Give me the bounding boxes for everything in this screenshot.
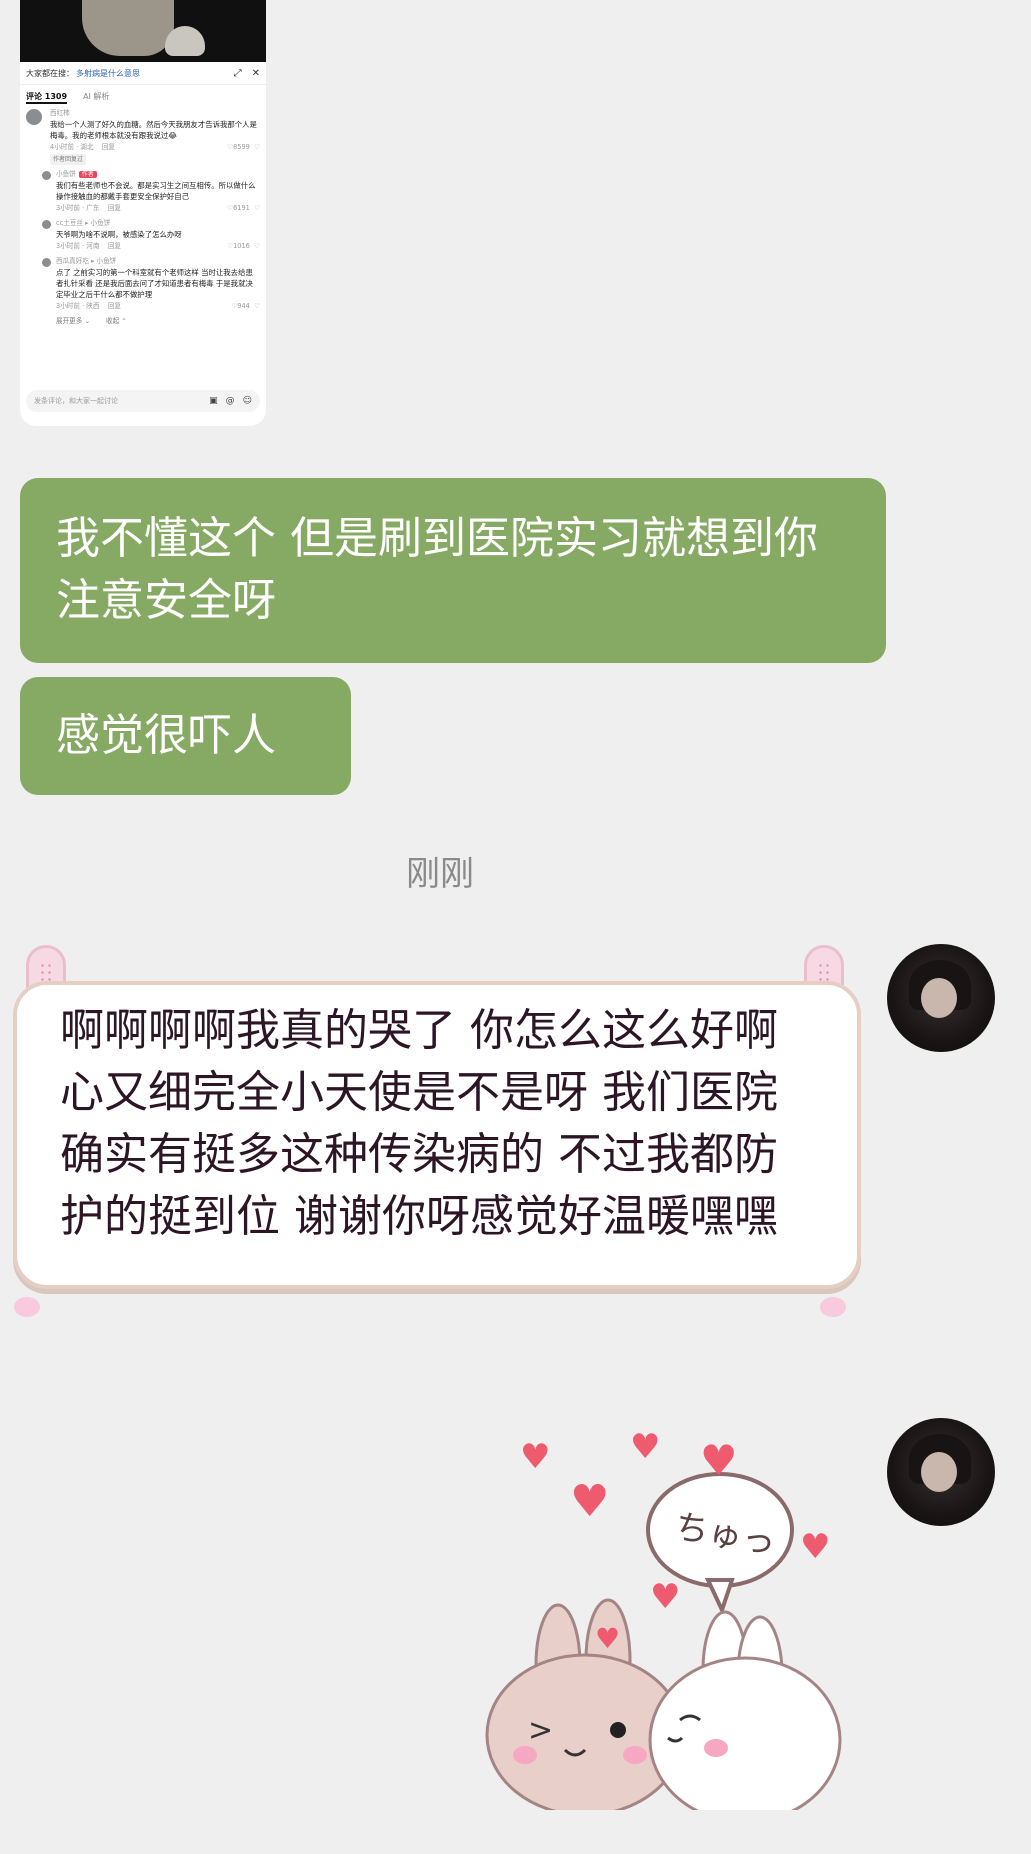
search-prefix: 大家都在搜： bbox=[26, 68, 74, 78]
message-text: 啊啊啊啊我真的哭了 你怎么这么好啊心又细完全小天使是不是呀 我们医院确实有挺多这… bbox=[60, 1005, 778, 1242]
comment-item: 西红柿 我给一个人测了好久的血糖。然后今天我朋友才告诉我那个人是梅毒。我的老师根… bbox=[26, 108, 260, 165]
reply-meta: 3小时前 · 陕西 bbox=[56, 302, 100, 310]
heart-decoration: ♥ bbox=[800, 1527, 831, 1567]
image-icon[interactable]: ▣ bbox=[209, 396, 218, 406]
tab-ai-analysis[interactable]: AI 解析 bbox=[83, 91, 109, 104]
reply-link[interactable]: 回复 bbox=[102, 143, 115, 151]
contact-avatar[interactable] bbox=[887, 1418, 995, 1526]
comment-meta-row: 4小时前 · 湖北 回复 ♡8599 ♡ bbox=[50, 142, 260, 153]
reply-author: cc土豆丝 ▸ 小鱼饼 bbox=[56, 219, 111, 227]
collapse-link[interactable]: 收起 ⌃ bbox=[106, 316, 127, 327]
message-timestamp: 刚刚 bbox=[406, 854, 474, 894]
shared-screenshot-card[interactable]: 大家都在搜： 多射病是什么意思 ⤢ ✕ 评论 1309 AI 解析 西红柿 我给… bbox=[20, 0, 266, 426]
avatar-face bbox=[921, 978, 957, 1018]
reply-meta-row: 3小时前 · 广东 回复 ♡6191 ♡ bbox=[56, 203, 260, 214]
photo-object bbox=[82, 0, 174, 56]
dislike-icon[interactable]: ♡ bbox=[254, 302, 260, 310]
reply-author: 小鱼饼 bbox=[56, 170, 76, 178]
heart-decoration: ♥ bbox=[570, 1476, 610, 1527]
contact-avatar[interactable] bbox=[887, 944, 995, 1052]
comment-input-placeholder: 发条评论，和大家一起讨论 bbox=[34, 397, 118, 405]
wink-eye: > bbox=[528, 1713, 553, 1748]
avatar bbox=[42, 258, 51, 267]
reply-meta: 3小时前 · 河南 bbox=[56, 242, 100, 250]
photo-object-dog bbox=[165, 26, 205, 56]
like-count: 944 bbox=[237, 302, 250, 310]
reply-item: 小鱼饼 作者 我们有些老师也不会说。都是实习生之间互相传。所以做什么操作接触血的都… bbox=[42, 169, 260, 214]
reply-meta: 3小时前 · 广东 bbox=[56, 204, 100, 212]
close-icon[interactable]: ✕ bbox=[252, 68, 260, 79]
like-count: 8599 bbox=[233, 143, 250, 151]
comment-meta: 4小时前 · 湖北 bbox=[50, 143, 94, 151]
reply-text: 点了 之前实习的第一个科室就有个老师这样 当时让我去给患者扎针采看 还是我后面去… bbox=[56, 268, 253, 299]
dislike-icon[interactable]: ♡ bbox=[254, 143, 260, 151]
share-icon[interactable]: ⤢ bbox=[234, 68, 242, 79]
card-search-bar: 大家都在搜： 多射病是什么意思 ⤢ ✕ bbox=[20, 62, 266, 85]
expand-more-link[interactable]: 展开更多 ⌄ bbox=[56, 316, 90, 327]
card-tabs: 评论 1309 AI 解析 bbox=[20, 85, 266, 108]
reply-item: 西瓜真好吃 ▸ 小鱼饼 点了 之前实习的第一个科室就有个老师这样 当时让我去给患… bbox=[42, 256, 260, 312]
like-count: 1016 bbox=[233, 242, 250, 250]
comment-author: 西红柿 bbox=[50, 109, 70, 117]
reply-text: 我们有些老师也不会说。都是实习生之间互相传。所以做什么操作接触血的都戴手套更安全… bbox=[56, 181, 256, 201]
bunny-eye bbox=[610, 1722, 626, 1738]
dislike-icon[interactable]: ♡ bbox=[254, 242, 260, 250]
author-replied-badge: 作者回复过 bbox=[50, 154, 87, 165]
emoji-icon[interactable]: ☺ bbox=[243, 396, 252, 406]
like-count: 6191 bbox=[233, 204, 250, 212]
at-icon[interactable]: @ bbox=[226, 396, 235, 406]
message-text: 感觉很吓人 bbox=[56, 710, 276, 761]
message-text: 我不懂这个 但是刷到医院实习就想到你 注意安全呀 bbox=[56, 513, 818, 626]
reply-meta-row: 3小时前 · 河南 回复 ♡1016 ♡ bbox=[56, 241, 260, 252]
card-photo bbox=[20, 0, 266, 62]
bunny-kiss-sticker[interactable]: ちゅっ > ♥ ♥ ♥ ♥ ♥ ♥ ♥ bbox=[470, 1420, 870, 1824]
comment-list: 西红柿 我给一个人测了好久的血糖。然后今天我朋友才告诉我那个人是梅毒。我的老师根… bbox=[20, 108, 266, 327]
heart-decoration: ♥ bbox=[595, 1622, 621, 1655]
sent-message-bubble[interactable]: 我不懂这个 但是刷到医院实习就想到你 注意安全呀 bbox=[20, 478, 886, 663]
bubble-cheek-decoration bbox=[820, 1297, 846, 1317]
reply-link[interactable]: 回复 bbox=[108, 204, 121, 212]
avatar bbox=[26, 109, 42, 125]
avatar bbox=[42, 171, 51, 180]
heart-decoration: ♥ bbox=[520, 1437, 551, 1477]
author-tag: 作者 bbox=[78, 171, 97, 178]
avatar bbox=[42, 220, 51, 229]
comment-text: 我给一个人测了好久的血糖。然后今天我朋友才告诉我那个人是梅毒。我的老师根本就没有… bbox=[50, 120, 257, 140]
tab-comments[interactable]: 评论 1309 bbox=[26, 91, 68, 104]
search-query-link[interactable]: 多射病是什么意思 bbox=[76, 68, 140, 79]
comment-input[interactable]: 发条评论，和大家一起讨论 ▣ @ ☺ bbox=[26, 390, 260, 412]
reply-link[interactable]: 回复 bbox=[108, 242, 121, 250]
received-message-bubble[interactable]: 啊啊啊啊我真的哭了 你怎么这么好啊心又细完全小天使是不是呀 我们医院确实有挺多这… bbox=[8, 945, 861, 1340]
sent-message-bubble[interactable]: 感觉很吓人 bbox=[20, 677, 351, 795]
reply-text: 天爷啊为啥不说啊，被感染了怎么办呀 bbox=[56, 230, 182, 239]
reply-author: 西瓜真好吃 ▸ 小鱼饼 bbox=[56, 257, 117, 265]
bubble-cheek-decoration bbox=[14, 1297, 40, 1317]
heart-decoration: ♥ bbox=[650, 1577, 681, 1617]
heart-decoration: ♥ bbox=[630, 1427, 661, 1467]
reply-meta-row: 3小时前 · 陕西 回复 ♡944 ♡ bbox=[56, 301, 260, 312]
reply-link[interactable]: 回复 bbox=[108, 302, 121, 310]
reply-item: cc土豆丝 ▸ 小鱼饼 天爷啊为啥不说啊，被感染了怎么办呀 3小时前 · 河南 … bbox=[42, 218, 260, 252]
avatar-face bbox=[921, 1452, 957, 1492]
dislike-icon[interactable]: ♡ bbox=[254, 204, 260, 212]
heart-decoration: ♥ bbox=[700, 1436, 738, 1485]
expand-row: 展开更多 ⌄ 收起 ⌃ bbox=[56, 316, 260, 327]
